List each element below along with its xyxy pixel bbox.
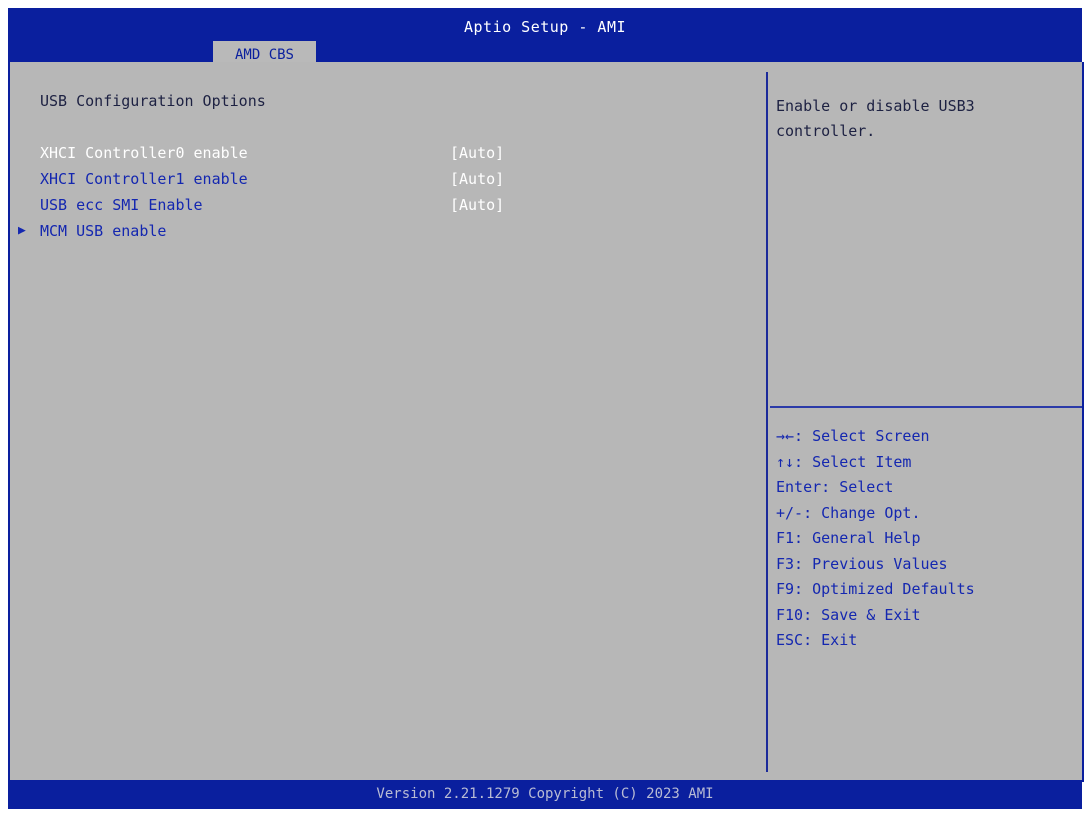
- menu-item-mcm-usb[interactable]: ▶ MCM USB enable: [18, 222, 540, 246]
- header-bar: Aptio Setup - AMI AMD CBS: [8, 8, 1082, 69]
- section-title: USB Configuration Options: [40, 92, 266, 110]
- version-text: Version 2.21.1279 Copyright (C) 2023 AMI: [376, 786, 714, 802]
- key-general-help: F1: General Help: [776, 529, 921, 547]
- menu-item-xhci-controller0[interactable]: XHCI Controller0 enable [Auto]: [40, 144, 540, 168]
- menu-item-xhci-controller1[interactable]: XHCI Controller1 enable [Auto]: [40, 170, 540, 194]
- menu-item-label: XHCI Controller0 enable: [40, 144, 248, 162]
- help-divider: [770, 406, 1082, 408]
- menu-item-value[interactable]: [Auto]: [450, 170, 504, 188]
- bios-screen: Aptio Setup - AMI AMD CBS USB Configurat…: [0, 0, 1087, 815]
- menu-item-label: USB ecc SMI Enable: [40, 196, 203, 214]
- key-legend: →←: Select Screen ↑↓: Select Item Enter:…: [776, 424, 975, 654]
- menu-item-usb-ecc-smi[interactable]: USB ecc SMI Enable [Auto]: [40, 196, 540, 220]
- key-optimized-defaults: F9: Optimized Defaults: [776, 580, 975, 598]
- menu-item-value[interactable]: [Auto]: [450, 196, 504, 214]
- main-panel: USB Configuration Options XHCI Controlle…: [8, 62, 1084, 782]
- key-save-exit: F10: Save & Exit: [776, 605, 921, 624]
- app-title: Aptio Setup - AMI: [463, 18, 627, 36]
- key-enter-select: Enter: Select: [776, 478, 894, 496]
- submenu-arrow-icon: ▶: [18, 223, 26, 238]
- help-text: Enable or disable USB3 controller.: [776, 97, 975, 140]
- key-exit: ESC: Exit: [776, 631, 858, 649]
- key-change-opt: +/-: Change Opt.: [776, 503, 921, 522]
- key-previous-values: F3: Previous Values: [776, 554, 948, 573]
- footer-bar: Version 2.21.1279 Copyright (C) 2023 AMI: [8, 780, 1082, 809]
- menu-item-label: XHCI Controller1 enable: [40, 170, 248, 188]
- help-pane: Enable or disable USB3 controller. →←: S…: [770, 72, 1082, 772]
- menu-item-label: MCM USB enable: [40, 222, 167, 240]
- settings-pane: USB Configuration Options XHCI Controlle…: [10, 72, 768, 772]
- key-select-item: ↑↓: Select Item: [776, 452, 912, 471]
- menu-item-value[interactable]: [Auto]: [450, 144, 504, 162]
- key-select-screen: →←: Select Screen: [776, 427, 930, 445]
